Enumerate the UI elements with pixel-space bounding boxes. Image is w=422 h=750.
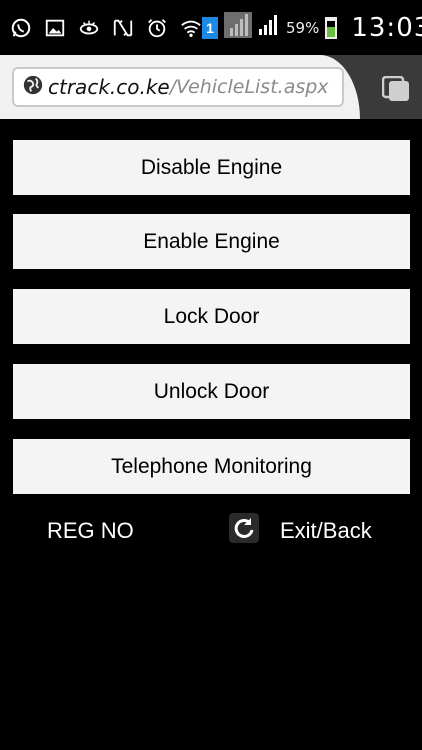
footer-row: REG NO Exit/Back <box>0 512 422 552</box>
telephone-monitoring-button[interactable]: Telephone Monitoring <box>13 439 410 494</box>
signal-icon <box>258 14 280 41</box>
exit-back-label: Exit/Back <box>280 518 372 543</box>
url-path: /VehicleList.aspx <box>169 76 329 98</box>
whatsapp-icon <box>10 17 32 39</box>
signal-grey-icon <box>224 12 252 43</box>
wifi-icon <box>180 17 202 39</box>
address-bar[interactable]: ctrack.co.ke/VehicleList.aspx <box>12 67 344 107</box>
alarm-icon <box>146 17 168 39</box>
globe-icon <box>22 74 48 101</box>
disable-engine-button[interactable]: Disable Engine <box>13 140 410 195</box>
clock: 13:03 <box>351 12 422 43</box>
url-domain: ctrack.co.ke <box>48 75 170 99</box>
unlock-door-button[interactable]: Unlock Door <box>13 364 410 419</box>
enable-engine-button[interactable]: Enable Engine <box>13 214 410 269</box>
battery-icon <box>325 16 338 39</box>
status-bar: 1 59% 13:03 <box>0 0 422 55</box>
browser-toolbar: ctrack.co.ke/VehicleList.aspx <box>0 55 422 119</box>
battery-percent: 59% <box>286 18 320 37</box>
refresh-icon <box>228 512 260 550</box>
sim-badge: 1 <box>202 16 218 39</box>
status-icons-right: 1 59% 13:03 <box>202 12 422 43</box>
reg-no-label: REG NO <box>47 518 134 543</box>
gallery-icon <box>44 17 66 39</box>
address-tab: ctrack.co.ke/VehicleList.aspx <box>0 55 360 119</box>
status-icons-left <box>10 17 202 39</box>
battery-fill <box>327 27 336 37</box>
nfc-icon <box>112 17 134 39</box>
exit-back-button[interactable]: Exit/Back <box>228 512 372 550</box>
eye-icon <box>78 17 100 39</box>
lock-door-button[interactable]: Lock Door <box>13 289 410 344</box>
